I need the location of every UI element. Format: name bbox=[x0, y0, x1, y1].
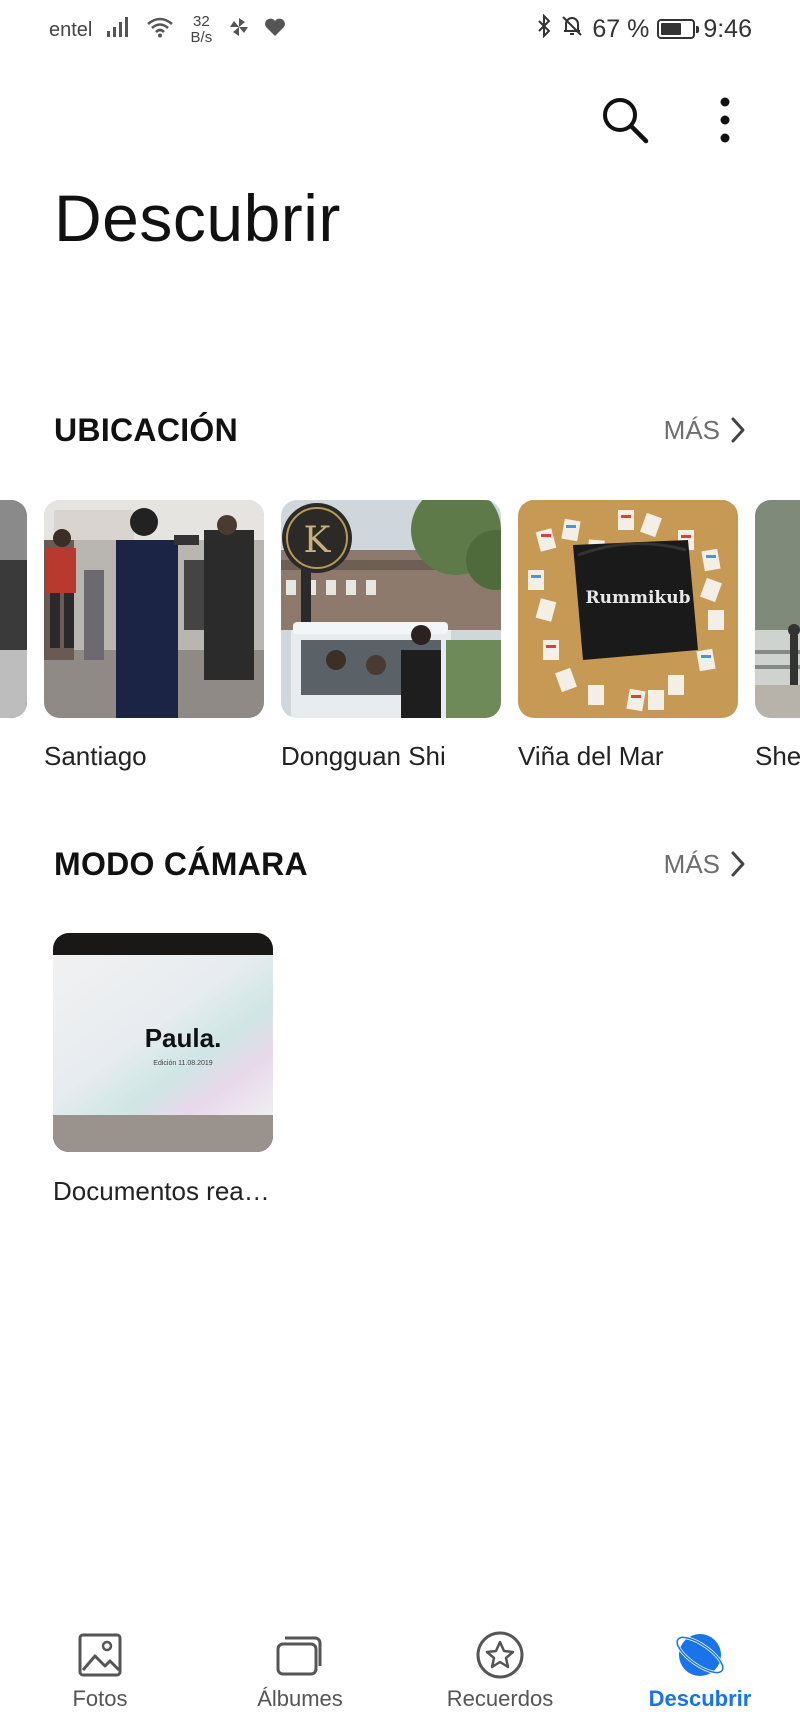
nav-item-albumes[interactable]: Álbumes bbox=[200, 1620, 400, 1733]
star-circle-icon bbox=[473, 1628, 527, 1682]
thumb-caption-text: Edición 11.08.2019 bbox=[153, 1060, 213, 1067]
heart-icon bbox=[264, 17, 286, 43]
nav-label: Álbumes bbox=[257, 1686, 343, 1711]
location-card-partial-right[interactable]: She bbox=[755, 500, 800, 772]
net-speed-value: 32 bbox=[193, 13, 210, 30]
clock: 9:46 bbox=[703, 14, 752, 43]
nav-item-descubrir[interactable]: Descubrir bbox=[600, 1620, 800, 1733]
bluetooth-icon bbox=[536, 13, 552, 45]
top-actions bbox=[595, 90, 755, 150]
status-right: 67 % 9:46 bbox=[536, 13, 752, 45]
status-bar: entel 32 B/s 67 % 9:46 bbox=[0, 0, 800, 58]
camera-more-label: MÁS bbox=[663, 848, 720, 879]
location-thumbnail bbox=[44, 500, 264, 718]
camera-thumbnail: Paula. Edición 11.08.2019 bbox=[53, 933, 273, 1152]
location-card-santiago[interactable]: Santiago bbox=[44, 500, 264, 772]
location-card-vina-del-mar[interactable]: Rummikub Viña del Mar bbox=[518, 500, 738, 772]
chevron-right-icon bbox=[731, 851, 745, 877]
battery-percent: 67 % bbox=[592, 14, 650, 43]
thumb-title-text: Paula. bbox=[145, 1023, 222, 1053]
page-title: Descubrir bbox=[54, 181, 341, 255]
location-thumbnail: Rummikub bbox=[518, 500, 738, 718]
net-speed-unit: B/s bbox=[190, 29, 213, 46]
location-card-partial[interactable] bbox=[0, 500, 27, 718]
location-label: She bbox=[755, 741, 800, 771]
battery-fill bbox=[661, 23, 682, 35]
location-thumbnail: K bbox=[281, 500, 501, 718]
albums-icon bbox=[273, 1628, 327, 1682]
location-more-button[interactable]: MÁS bbox=[664, 415, 746, 446]
nav-label: Fotos bbox=[72, 1686, 128, 1711]
location-section-header: UBICACIÓN MÁS bbox=[54, 408, 746, 452]
photo-icon bbox=[73, 1628, 127, 1682]
carrier-name: entel bbox=[49, 18, 93, 41]
battery-icon bbox=[657, 19, 700, 39]
location-strip[interactable]: Santiago K Dongguan Shi Rummikub Viña de… bbox=[0, 500, 800, 780]
nav-label: Descubrir bbox=[648, 1686, 752, 1711]
discover-icon bbox=[673, 1628, 727, 1682]
location-more-label: MÁS bbox=[663, 414, 720, 445]
camera-card-documents[interactable]: Paula. Edición 11.08.2019 Documentos rea… bbox=[53, 933, 273, 1207]
location-label: Viña del Mar bbox=[518, 741, 664, 771]
pinwheel-icon bbox=[228, 16, 250, 44]
more-options-button[interactable] bbox=[695, 90, 755, 150]
location-thumbnail bbox=[0, 500, 27, 718]
wifi-icon bbox=[146, 16, 174, 44]
bell-off-icon bbox=[560, 14, 584, 45]
location-thumbnail bbox=[755, 500, 800, 718]
status-left: entel 32 B/s bbox=[49, 14, 286, 46]
rummikub-bag-text: Rummikub bbox=[586, 588, 691, 608]
dongguan-sign-letter: K bbox=[304, 520, 332, 561]
signal-icon bbox=[106, 16, 132, 44]
nav-item-recuerdos[interactable]: Recuerdos bbox=[400, 1620, 600, 1733]
location-label: Dongguan Shi bbox=[281, 741, 446, 771]
location-card-dongguan[interactable]: K Dongguan Shi bbox=[281, 500, 501, 772]
more-vertical-icon bbox=[720, 97, 730, 143]
location-label: Santiago bbox=[44, 741, 147, 771]
net-speed: 32 B/s bbox=[188, 14, 214, 46]
chevron-right-icon bbox=[731, 417, 745, 443]
camera-section-header: MODO CÁMARA MÁS bbox=[54, 842, 746, 886]
nav-item-fotos[interactable]: Fotos bbox=[0, 1620, 200, 1733]
camera-item-label: Documentos rea… bbox=[53, 1176, 270, 1206]
nav-label: Recuerdos bbox=[446, 1686, 554, 1711]
location-section-title: UBICACIÓN bbox=[54, 411, 239, 448]
camera-more-button[interactable]: MÁS bbox=[664, 849, 746, 880]
camera-section-title: MODO CÁMARA bbox=[54, 845, 308, 882]
search-button[interactable] bbox=[595, 90, 655, 150]
search-icon bbox=[603, 98, 649, 144]
bottom-navigation: Fotos Álbumes Recuerdos Descubrir bbox=[0, 1620, 800, 1733]
